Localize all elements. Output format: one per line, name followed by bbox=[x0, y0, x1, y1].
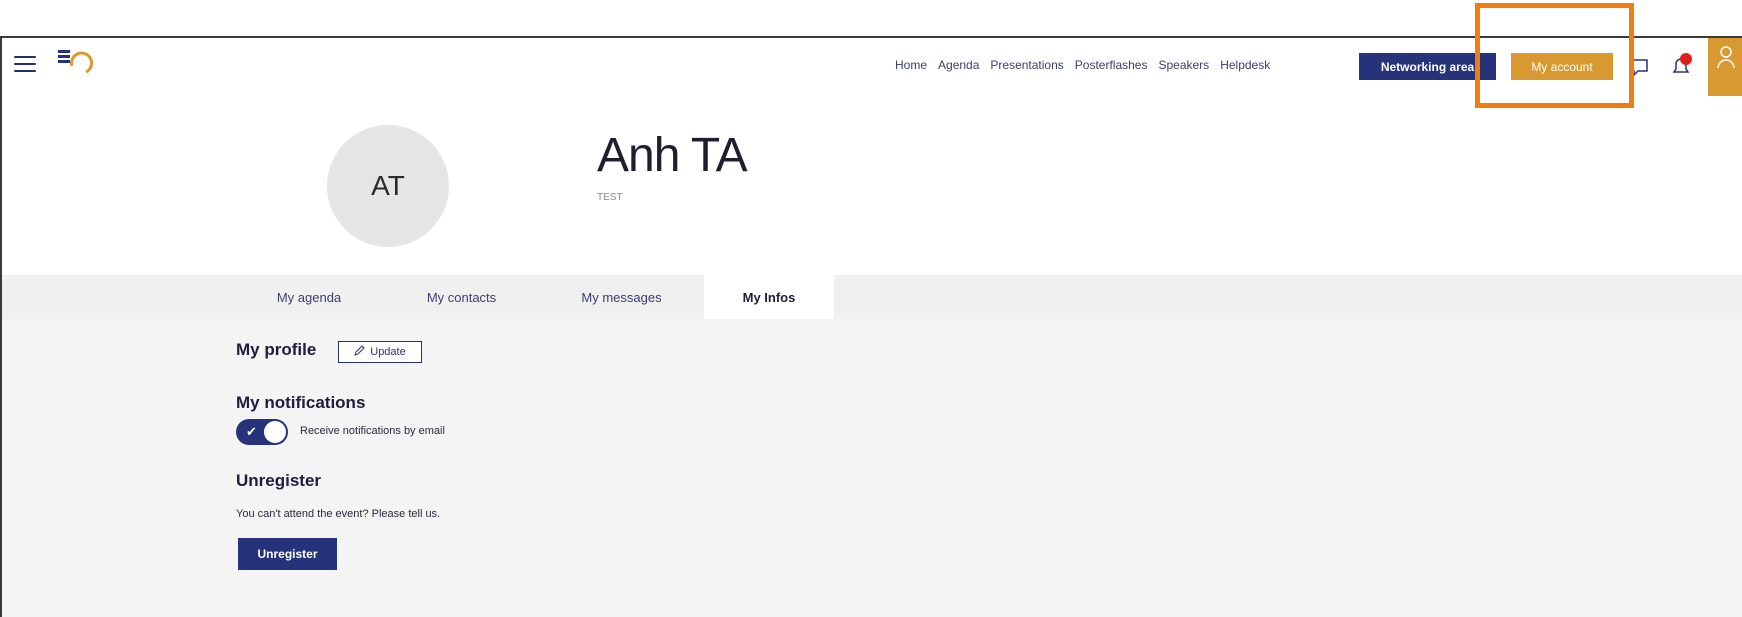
user-subtitle: TEST bbox=[597, 192, 623, 203]
avatar: AT bbox=[327, 125, 449, 247]
email-notifications-toggle[interactable]: ✔ bbox=[236, 419, 288, 445]
tab-my-infos[interactable]: My Infos bbox=[704, 275, 834, 319]
tab-my-contacts[interactable]: My contacts bbox=[384, 275, 539, 319]
account-content: My agenda My contacts My messages My Inf… bbox=[2, 275, 1742, 617]
user-icon[interactable] bbox=[1708, 38, 1742, 96]
tab-my-messages[interactable]: My messages bbox=[539, 275, 704, 319]
avatar-initials: AT bbox=[371, 170, 405, 201]
nav-link-posterflashes[interactable]: Posterflashes bbox=[1075, 58, 1148, 72]
profile-section-title: My profile bbox=[236, 340, 317, 359]
tab-my-agenda[interactable]: My agenda bbox=[234, 275, 384, 319]
update-label: Update bbox=[370, 346, 406, 358]
notifications-section-title: My notifications bbox=[236, 393, 366, 412]
email-notifications-label: Receive notifications by email bbox=[300, 425, 445, 437]
unregister-description: You can't attend the event? Please tell … bbox=[236, 508, 441, 520]
nav-link-home[interactable]: Home bbox=[895, 58, 927, 72]
notification-badge bbox=[1680, 53, 1692, 65]
user-name: Anh TA bbox=[597, 129, 748, 182]
highlight-my-account bbox=[1475, 3, 1634, 108]
nav-link-agenda[interactable]: Agenda bbox=[938, 58, 979, 72]
unregister-section-title: Unregister bbox=[236, 471, 322, 490]
main-nav-links: Home Agenda Presentations Posterflashes … bbox=[895, 58, 1281, 72]
update-profile-button[interactable]: Update bbox=[338, 341, 422, 363]
pencil-icon bbox=[354, 345, 365, 359]
nav-link-speakers[interactable]: Speakers bbox=[1158, 58, 1209, 72]
checkmark-icon: ✔ bbox=[246, 424, 257, 439]
bell-icon[interactable] bbox=[1667, 52, 1695, 80]
unregister-button[interactable]: Unregister bbox=[238, 538, 337, 570]
toggle-knob bbox=[264, 421, 286, 443]
nav-link-helpdesk[interactable]: Helpdesk bbox=[1220, 58, 1270, 72]
account-tabs: My agenda My contacts My messages My Inf… bbox=[234, 275, 834, 319]
nav-link-presentations[interactable]: Presentations bbox=[990, 58, 1063, 72]
hamburger-menu-icon[interactable] bbox=[14, 56, 36, 74]
logo[interactable] bbox=[58, 46, 98, 84]
